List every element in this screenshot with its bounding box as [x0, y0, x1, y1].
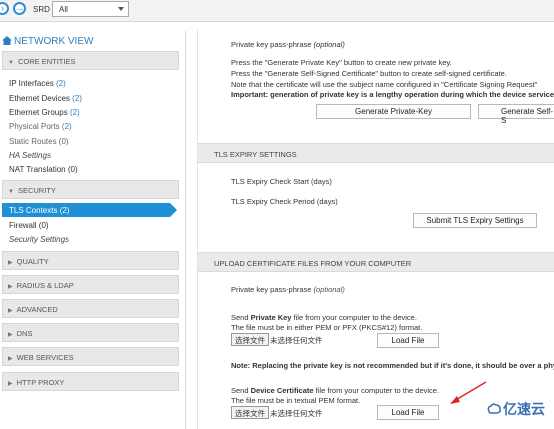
section-label: QUALITY — [16, 257, 49, 266]
item-label: Ethernet Groups — [9, 108, 68, 117]
choose-certificate-file-button[interactable]: 选择文件 — [231, 406, 269, 419]
sidebar-item-nat-translation[interactable]: NAT Translation (0) — [9, 165, 78, 174]
item-label: TLS Contexts (2) — [9, 206, 70, 215]
triangle-right-icon: ▶ — [8, 284, 13, 290]
section-security[interactable]: ▼ SECURITY — [2, 180, 179, 199]
section-label: ADVANCED — [16, 305, 58, 314]
item-label: HA Settings — [9, 151, 51, 160]
send-private-key-text: Send Private Key file from your computer… — [231, 313, 417, 322]
text-bold: Private Key — [250, 313, 292, 322]
private-key-format-text: The file must be in either PEM or PFX (P… — [231, 323, 423, 332]
certificate-no-file-text: 未选择任何文件 — [270, 409, 323, 418]
section-core-entities[interactable]: ▼ CORE ENTITIES — [2, 51, 179, 70]
text-part: file from your computer to the device. — [291, 313, 417, 322]
watermark-text: 亿速云 — [503, 401, 545, 417]
sidebar-item-ethernet-devices[interactable]: Ethernet Devices (2) — [9, 94, 82, 103]
sidebar-item-tls-contexts[interactable]: TLS Contexts (2) — [2, 203, 177, 217]
section-dns[interactable]: ▶ DNS — [2, 323, 179, 342]
sidebar — [0, 31, 186, 429]
annotation-arrow-icon — [450, 381, 487, 404]
sidebar-item-ip-interfaces[interactable]: IP Interfaces (2) — [9, 79, 66, 88]
triangle-down-icon: ▼ — [8, 189, 14, 195]
section-quality[interactable]: ▶ QUALITY — [2, 251, 179, 270]
send-certificate-text: Send Device Certificate file from your c… — [231, 386, 439, 395]
item-label: Static Routes (0) — [9, 137, 69, 146]
item-count: (2) — [56, 79, 66, 88]
item-count: (2) — [72, 94, 82, 103]
replace-key-note: Note: Replacing the private key is not r… — [231, 361, 554, 370]
private-key-no-file-text: 未选择任何文件 — [270, 336, 323, 345]
srd-select-value: All — [59, 5, 68, 14]
section-web-services[interactable]: ▶ WEB SERVICES — [2, 347, 179, 366]
section-radius-ldap[interactable]: ▶ RADIUS & LDAP — [2, 275, 179, 294]
srd-label: SRD — [33, 5, 50, 14]
choose-private-key-file-button[interactable]: 选择文件 — [231, 333, 269, 346]
generate-desc-1: Press the "Generate Private Key" button … — [231, 58, 452, 67]
sidebar-item-firewall[interactable]: Firewall (0) — [9, 221, 49, 230]
item-label: Security Settings — [9, 235, 70, 244]
upload-certificates-header: UPLOAD CERTIFICATE FILES FROM YOUR COMPU… — [198, 252, 554, 272]
arrow-right-icon[interactable]: → — [13, 2, 26, 15]
srd-select[interactable]: All — [52, 1, 129, 17]
section-label: CORE ENTITIES — [17, 57, 76, 66]
item-count: (2) — [69, 108, 80, 117]
label-text: Private key pass-phrase — [231, 285, 312, 294]
text-part: file from your computer to the device. — [313, 386, 440, 395]
item-count: (2) — [61, 122, 72, 131]
text-part: Send — [231, 313, 251, 322]
triangle-right-icon: ▶ — [8, 332, 13, 338]
submit-tls-expiry-button[interactable]: Submit TLS Expiry Settings — [413, 213, 537, 228]
private-key-passphrase-label: Private key pass-phrase (optional) — [231, 40, 345, 49]
generate-private-key-button[interactable]: Generate Private-Key — [316, 104, 471, 119]
tls-expiry-start-label: TLS Expiry Check Start (days) — [231, 177, 332, 186]
item-label: IP Interfaces — [9, 79, 54, 88]
tls-expiry-header: TLS EXPIRY SETTINGS — [198, 143, 554, 163]
sidebar-item-security-settings[interactable]: Security Settings — [9, 235, 69, 244]
sidebar-item-static-routes[interactable]: Static Routes (0) — [9, 137, 69, 146]
sidebar-item-physical-ports[interactable]: Physical Ports (2) — [9, 122, 72, 131]
label-text: Private key pass-phrase — [231, 40, 312, 49]
triangle-right-icon: ▶ — [8, 308, 13, 314]
network-view-label: NETWORK VIEW — [14, 36, 94, 47]
triangle-down-icon: ▼ — [8, 60, 14, 66]
load-certificate-button[interactable]: Load File — [377, 405, 439, 420]
section-label: RADIUS & LDAP — [16, 281, 74, 290]
triangle-right-icon: ▶ — [8, 356, 13, 362]
triangle-right-icon: ▶ — [8, 381, 13, 387]
section-label: SECURITY — [17, 186, 56, 195]
optional-text: (optional) — [313, 285, 345, 294]
optional-text: (optional) — [313, 40, 345, 49]
generate-self-signed-button[interactable]: Generate Self-S — [478, 104, 554, 125]
sidebar-item-ethernet-groups[interactable]: Ethernet Groups (2) — [9, 108, 80, 117]
generate-desc-3: Note that the certificate will use the s… — [231, 80, 538, 89]
section-advanced[interactable]: ▶ ADVANCED — [2, 299, 179, 318]
section-http-proxy[interactable]: ▶ HTTP PROXY — [2, 372, 179, 391]
top-toolbar: › → SRD All — [0, 0, 554, 22]
generate-important: Important: generation of private key is … — [231, 90, 554, 99]
network-view-title[interactable]: NETWORK VIEW — [2, 36, 93, 47]
upload-private-key-passphrase-label: Private key pass-phrase (optional) — [231, 285, 345, 294]
section-label: DNS — [16, 329, 33, 338]
text-part: Send — [231, 386, 251, 395]
sidebar-item-ha-settings[interactable]: HA Settings — [9, 151, 51, 160]
cloud-logo-icon — [487, 403, 501, 414]
arrow-left-icon[interactable]: › — [0, 2, 9, 15]
generate-desc-2: Press the "Generate Self-Signed Certific… — [231, 69, 507, 78]
watermark-logo: 亿速云 — [487, 399, 545, 419]
home-icon — [2, 36, 12, 45]
tls-expiry-period-label: TLS Expiry Check Period (days) — [231, 197, 338, 206]
certificate-format-text: The file must be in textual PEM format. — [231, 396, 361, 405]
item-label: Firewall (0) — [9, 221, 49, 230]
section-label: WEB SERVICES — [16, 353, 74, 362]
section-label: HTTP PROXY — [16, 378, 65, 387]
triangle-right-icon: ▶ — [8, 260, 13, 266]
item-label: Ethernet Devices — [9, 94, 70, 103]
item-label: NAT Translation (0) — [9, 165, 78, 174]
text-bold: Device Certificate — [250, 386, 314, 395]
chevron-down-icon — [118, 7, 124, 11]
item-label: Physical Ports — [9, 122, 60, 131]
load-private-key-button[interactable]: Load File — [377, 333, 439, 348]
